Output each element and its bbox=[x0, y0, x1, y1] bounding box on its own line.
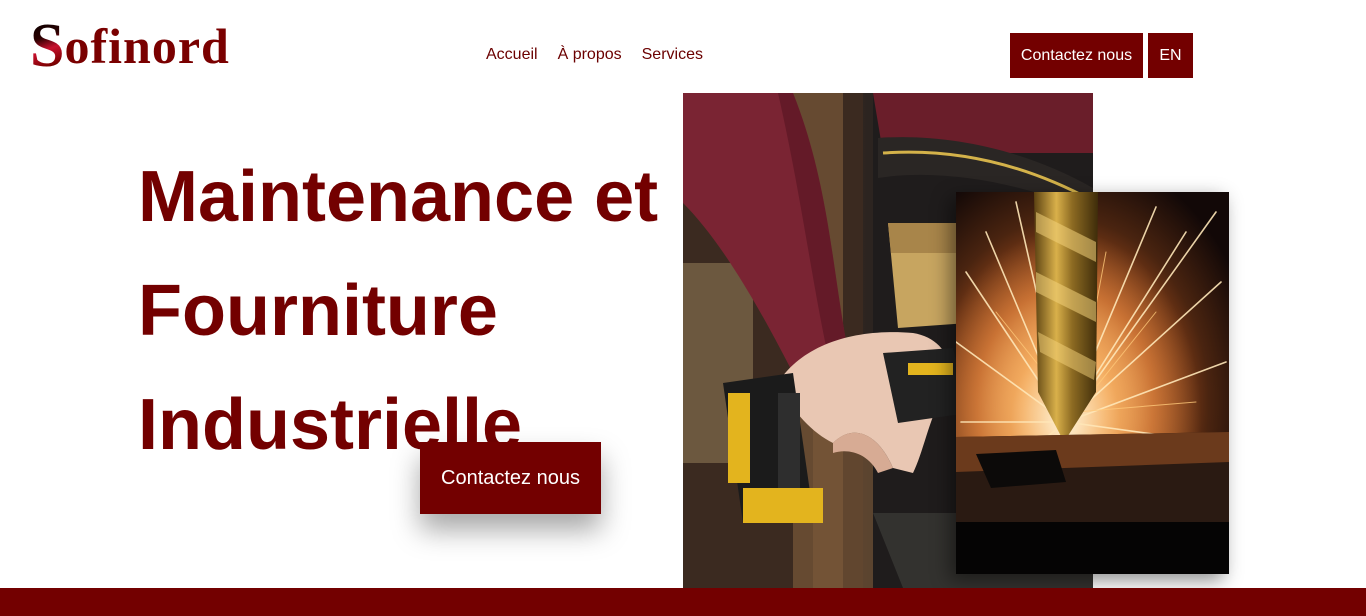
page: S ofinord Accueil À propos Services Cont… bbox=[0, 0, 1366, 616]
footer-bar bbox=[0, 588, 1366, 616]
drill-sparks-illustration bbox=[956, 192, 1229, 574]
hero-title: Maintenance et Fourniture Industrielle bbox=[138, 140, 658, 482]
logo-initial: S bbox=[30, 12, 65, 80]
logo-wordmark: ofinord bbox=[64, 18, 230, 74]
sofinord-logo[interactable]: S ofinord bbox=[30, 12, 230, 80]
language-toggle-button[interactable]: EN bbox=[1148, 33, 1193, 78]
hero-contact-button[interactable]: Contactez nous bbox=[420, 442, 601, 514]
hero-title-line-1: Maintenance et bbox=[138, 157, 659, 237]
nav-accueil[interactable]: Accueil bbox=[486, 45, 538, 65]
drill-bit-sparks-image bbox=[956, 192, 1229, 574]
nav-services[interactable]: Services bbox=[642, 45, 703, 65]
hero-title-line-2: Fourniture bbox=[138, 271, 498, 351]
nav-a-propos[interactable]: À propos bbox=[558, 45, 622, 65]
main-nav: Accueil À propos Services bbox=[486, 45, 703, 65]
header-contact-button[interactable]: Contactez nous bbox=[1010, 33, 1143, 78]
